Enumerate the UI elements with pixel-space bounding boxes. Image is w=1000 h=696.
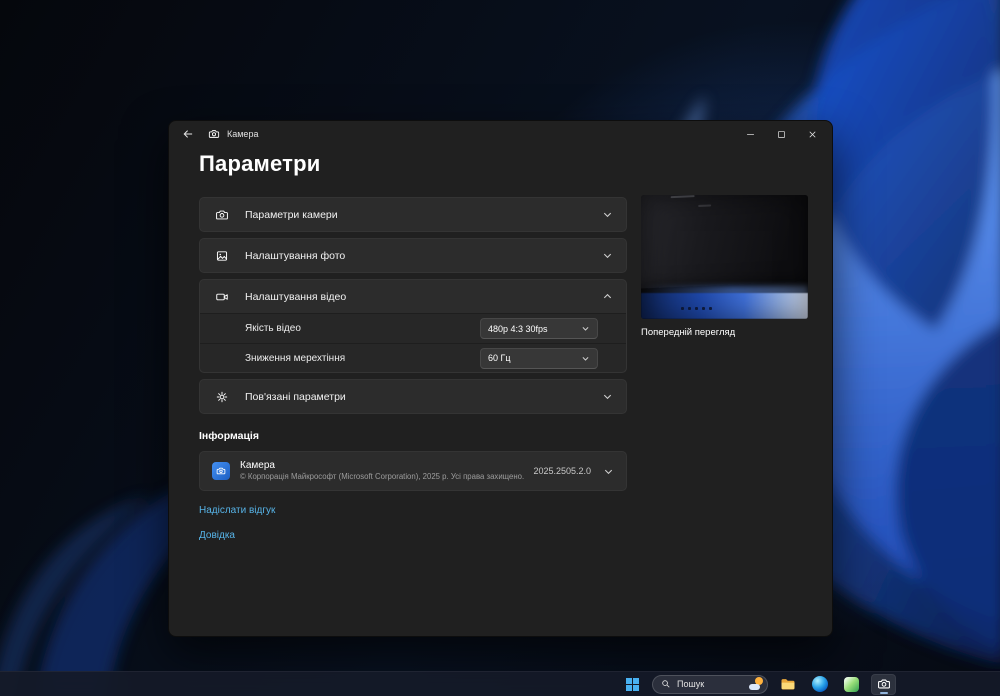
search-icon (662, 680, 670, 688)
about-version: 2025.2505.2.0 (533, 466, 591, 476)
preview-panel: Попередній перегляд (641, 195, 808, 338)
section-related-settings: Пов'язані параметри (199, 379, 627, 414)
video-quality-row: Якість відео 480p 4:3 30fps (200, 314, 626, 343)
section-label: Пов'язані параметри (245, 390, 346, 403)
video-quality-label: Якість відео (245, 323, 301, 334)
chevron-down-icon (602, 391, 613, 402)
camera-app-tile-icon (212, 462, 230, 480)
settings-list: Параметри камери Налаштування фото Налаш… (199, 197, 627, 541)
search-label: Пошук (677, 679, 705, 689)
about-text: Камера © Корпорація Майкрософт (Microsof… (240, 459, 524, 482)
photo-icon (213, 249, 230, 263)
help-link[interactable]: Довідка (199, 530, 235, 541)
video-settings-rows: Якість відео 480p 4:3 30fps Зниження мер… (200, 313, 626, 372)
section-camera-settings: Параметри камери (199, 197, 627, 232)
video-icon (213, 290, 230, 304)
weather-widget-icon (749, 677, 764, 691)
maximize-button[interactable] (767, 122, 795, 146)
camera-icon (213, 208, 230, 222)
camera-preview-image (641, 195, 808, 319)
window-controls (736, 122, 826, 146)
camera-app-icon (208, 128, 220, 140)
windows-logo-icon (626, 677, 639, 691)
section-video-settings-header[interactable]: Налаштування відео (200, 280, 626, 313)
minimize-button[interactable] (736, 122, 764, 146)
chevron-down-icon (602, 250, 613, 261)
flicker-reduction-label: Зниження мерехтіння (245, 352, 346, 364)
chevron-down-icon (602, 209, 613, 220)
about-app-name: Камера (240, 460, 275, 472)
desktop: Камера Параметри Параметри камери Налашт… (0, 0, 1000, 696)
file-explorer-button[interactable] (775, 674, 800, 695)
feedback-link[interactable]: Надіслати відгук (199, 505, 275, 516)
edge-icon (811, 676, 828, 692)
about-copyright: © Корпорація Майкрософт (Microsoft Corpo… (240, 472, 525, 482)
chevron-up-icon (602, 291, 613, 302)
back-arrow-icon (183, 130, 193, 138)
folder-icon (781, 679, 794, 690)
section-video-settings: Налаштування відео Якість відео 480p 4:3… (199, 279, 627, 373)
section-photo-settings-header[interactable]: Налаштування фото (200, 239, 626, 272)
close-button[interactable] (798, 122, 826, 146)
green-app-icon (844, 676, 859, 692)
camera-settings-window: Камера Параметри Параметри камери Налашт… (168, 120, 833, 637)
flicker-reduction-value: 60 Гц (488, 353, 511, 363)
section-related-settings-header[interactable]: Пов'язані параметри (200, 380, 626, 413)
back-button[interactable] (175, 123, 201, 145)
section-camera-settings-header[interactable]: Параметри камери (200, 198, 626, 231)
maximize-icon (777, 130, 785, 138)
section-label: Налаштування фото (245, 249, 346, 262)
video-quality-value: 480p 4:3 30fps (488, 323, 548, 334)
taskbar-items: Пошук (620, 672, 896, 696)
preview-monitor-shape (641, 195, 808, 289)
chevron-down-icon (603, 466, 614, 477)
preview-label: Попередній перегляд (641, 327, 736, 338)
section-photo-settings: Налаштування фото (199, 238, 627, 273)
flicker-reduction-dropdown[interactable]: 60 Гц (480, 347, 598, 369)
camera-icon (877, 679, 890, 689)
minimize-icon (746, 133, 754, 135)
flicker-reduction-row: Зниження мерехтіння 60 Гц (200, 343, 626, 372)
about-app-card[interactable]: Камера © Корпорація Майкрософт (Microsof… (199, 451, 627, 491)
section-label: Налаштування відео (245, 290, 347, 303)
close-icon (808, 130, 816, 138)
search-box[interactable]: Пошук (652, 674, 768, 694)
info-section-header: Інформація (199, 430, 259, 442)
page-title: Параметри (199, 151, 321, 176)
preview-desk-strip (641, 293, 808, 319)
section-label: Параметри камери (245, 208, 338, 221)
edge-browser-button[interactable] (807, 674, 832, 695)
video-quality-dropdown[interactable]: 480p 4:3 30fps (480, 318, 598, 339)
gear-icon (213, 390, 230, 404)
camera-app-taskbar-button[interactable] (871, 673, 896, 695)
start-button[interactable] (620, 674, 645, 695)
preview-dock-dots (681, 307, 712, 310)
taskbar-app-button[interactable] (839, 674, 864, 695)
chevron-down-icon (581, 324, 590, 333)
taskbar: Пошук (0, 671, 1000, 696)
titlebar: Камера (169, 121, 832, 147)
chevron-down-icon (581, 354, 590, 363)
window-title: Камера (227, 129, 259, 139)
